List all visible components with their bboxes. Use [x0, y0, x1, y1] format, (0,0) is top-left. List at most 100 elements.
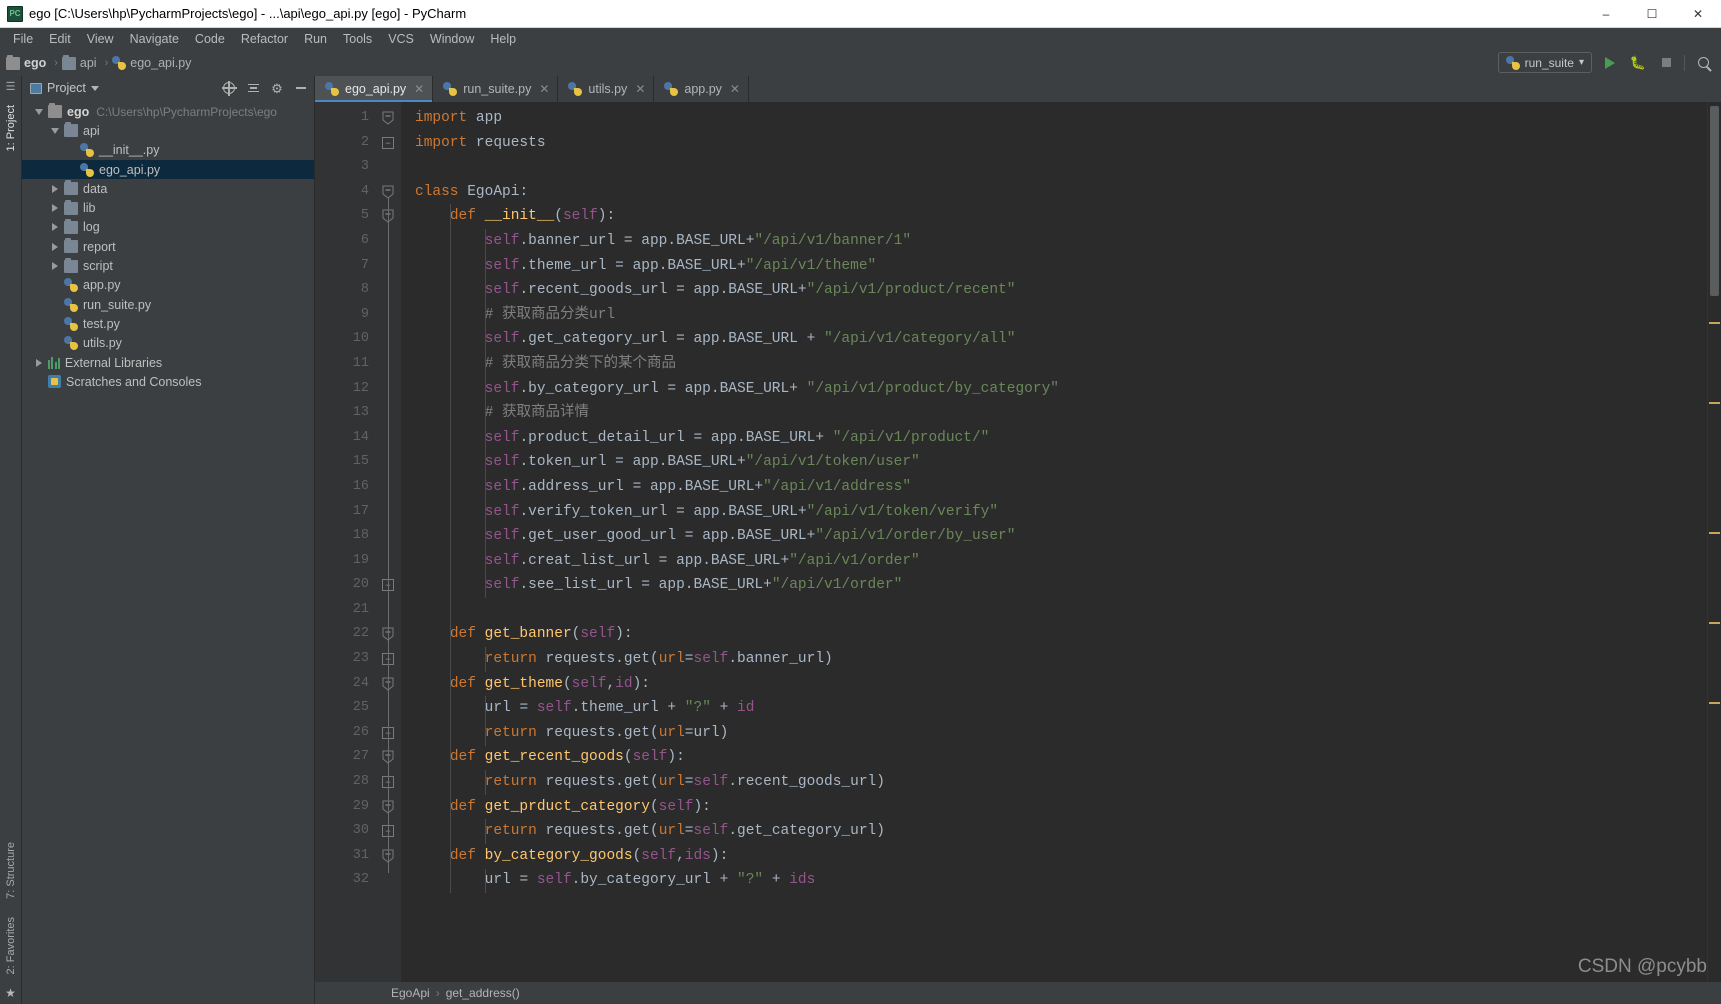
code-line[interactable]: url = self.theme_url + "?" + id — [401, 696, 1707, 721]
code-line[interactable]: self.verify_token_url = app.BASE_URL+"/a… — [401, 500, 1707, 525]
code-line[interactable]: import requests — [401, 131, 1707, 156]
close-tab-icon[interactable]: ✕ — [730, 82, 740, 96]
menu-item-window[interactable]: Window — [422, 30, 482, 48]
close-tab-icon[interactable]: ✕ — [539, 82, 549, 96]
tool-tab-structure[interactable]: 7: Structure — [3, 836, 19, 905]
scrollbar-thumb[interactable] — [1710, 106, 1719, 296]
collapse-all-button[interactable] — [244, 79, 262, 97]
fold-row[interactable]: − — [377, 573, 401, 598]
fold-row[interactable] — [377, 180, 401, 205]
fold-row[interactable] — [377, 254, 401, 279]
tree-item-utils-py[interactable]: utils.py — [22, 334, 314, 353]
fold-row[interactable] — [377, 549, 401, 574]
fold-collapse-icon[interactable]: − — [382, 136, 394, 149]
project-tree[interactable]: ego C:\Users\hp\PycharmProjects\ego api __i… — [22, 100, 314, 1004]
chevron-down-icon[interactable] — [32, 108, 45, 115]
breadcrumb-ego-api-py[interactable]: ego_api.py — [112, 56, 195, 70]
fold-row[interactable]: − — [377, 647, 401, 672]
menu-item-help[interactable]: Help — [482, 30, 524, 48]
code-line[interactable]: import app — [401, 106, 1707, 131]
tool-tab-project[interactable]: 1: Project — [3, 99, 19, 157]
chevron-right-icon[interactable] — [48, 262, 61, 271]
menu-item-file[interactable]: File — [5, 30, 41, 48]
breadcrumb-class[interactable]: EgoApi — [391, 986, 430, 1000]
fold-row[interactable] — [377, 278, 401, 303]
menu-item-navigate[interactable]: Navigate — [122, 30, 187, 48]
editor-tab-utils-py[interactable]: utils.py ✕ — [558, 76, 655, 102]
code-line[interactable]: self.creat_list_url = app.BASE_URL+"/api… — [401, 549, 1707, 574]
fold-row[interactable] — [377, 426, 401, 451]
fold-row[interactable] — [377, 401, 401, 426]
chevron-right-icon[interactable] — [48, 242, 61, 251]
warning-marker[interactable] — [1709, 402, 1720, 404]
code-line[interactable]: return requests.get(url=self.recent_good… — [401, 770, 1707, 795]
fold-row[interactable] — [377, 204, 401, 229]
fold-expand-icon[interactable] — [382, 111, 394, 125]
tree-item-scratches-and-consoles[interactable]: Scratches and Consoles — [22, 372, 314, 391]
chevron-right-icon[interactable] — [48, 204, 61, 213]
code-line[interactable]: self.get_category_url = app.BASE_URL + "… — [401, 327, 1707, 352]
code-line[interactable]: def __init__(self): — [401, 204, 1707, 229]
maximize-button[interactable]: ☐ — [1629, 0, 1675, 28]
warning-marker[interactable] — [1709, 322, 1720, 324]
tree-item-log[interactable]: log — [22, 218, 314, 237]
project-title-group[interactable]: Project — [30, 81, 214, 95]
breadcrumb-api[interactable]: api — [61, 54, 101, 70]
locate-file-button[interactable] — [220, 79, 238, 97]
editor-tab-ego-api-py[interactable]: ego_api.py ✕ — [315, 76, 434, 102]
code-line[interactable] — [401, 155, 1707, 180]
tree-item-api[interactable]: api — [22, 121, 314, 140]
fold-row[interactable] — [377, 475, 401, 500]
tree-item-report[interactable]: report — [22, 237, 314, 256]
fold-row[interactable] — [377, 672, 401, 697]
code-line[interactable]: self.product_detail_url = app.BASE_URL+ … — [401, 426, 1707, 451]
close-tab-icon[interactable]: ✕ — [635, 82, 645, 96]
fold-row[interactable] — [377, 106, 401, 131]
fold-row[interactable] — [377, 696, 401, 721]
fold-row[interactable] — [377, 622, 401, 647]
code-line[interactable]: return requests.get(url=url) — [401, 721, 1707, 746]
chevron-right-icon[interactable] — [48, 184, 61, 193]
warning-marker[interactable] — [1709, 532, 1720, 534]
menu-item-vcs[interactable]: VCS — [380, 30, 422, 48]
minimize-button[interactable]: – — [1583, 0, 1629, 28]
code-line[interactable]: class EgoApi: — [401, 180, 1707, 205]
tree-item-test-py[interactable]: test.py — [22, 314, 314, 333]
code-folding-gutter[interactable]: − − − − − − — [377, 102, 401, 982]
tree-item-ego-api-py[interactable]: ego_api.py — [22, 159, 314, 180]
close-tab-icon[interactable]: ✕ — [414, 82, 424, 96]
debug-button[interactable]: 🐛 — [1628, 53, 1648, 73]
fold-row[interactable] — [377, 352, 401, 377]
menu-item-run[interactable]: Run — [296, 30, 335, 48]
code-line[interactable]: self.token_url = app.BASE_URL+"/api/v1/t… — [401, 450, 1707, 475]
toolwindow-menu-icon[interactable]: ☰ — [6, 80, 16, 93]
code-line[interactable]: self.see_list_url = app.BASE_URL+"/api/v… — [401, 573, 1707, 598]
menu-item-refactor[interactable]: Refactor — [233, 30, 296, 48]
fold-row[interactable] — [377, 450, 401, 475]
fold-row[interactable] — [377, 795, 401, 820]
fold-expand-icon[interactable] — [382, 185, 394, 199]
fold-row[interactable] — [377, 844, 401, 869]
fold-row[interactable] — [377, 377, 401, 402]
menu-item-code[interactable]: Code — [187, 30, 233, 48]
code-line[interactable]: def get_prduct_category(self): — [401, 795, 1707, 820]
code-line[interactable]: def get_recent_goods(self): — [401, 745, 1707, 770]
menu-item-edit[interactable]: Edit — [41, 30, 79, 48]
fold-row[interactable]: − — [377, 819, 401, 844]
fold-row[interactable] — [377, 598, 401, 623]
hide-panel-button[interactable] — [292, 79, 310, 97]
code-line[interactable]: # 获取商品详情 — [401, 401, 1707, 426]
fold-row[interactable] — [377, 500, 401, 525]
run-button[interactable] — [1600, 53, 1620, 73]
fold-row[interactable] — [377, 303, 401, 328]
code-line[interactable]: def get_banner(self): — [401, 622, 1707, 647]
code-line[interactable]: # 获取商品分类url — [401, 303, 1707, 328]
fold-row[interactable] — [377, 524, 401, 549]
breadcrumb-ego[interactable]: ego — [6, 54, 50, 70]
fold-row[interactable] — [377, 229, 401, 254]
fold-row[interactable] — [377, 745, 401, 770]
code-line[interactable]: return requests.get(url=self.get_categor… — [401, 819, 1707, 844]
fold-row[interactable]: − — [377, 721, 401, 746]
tree-item--init-py[interactable]: __init__.py — [22, 141, 314, 160]
tree-item-data[interactable]: data — [22, 179, 314, 198]
